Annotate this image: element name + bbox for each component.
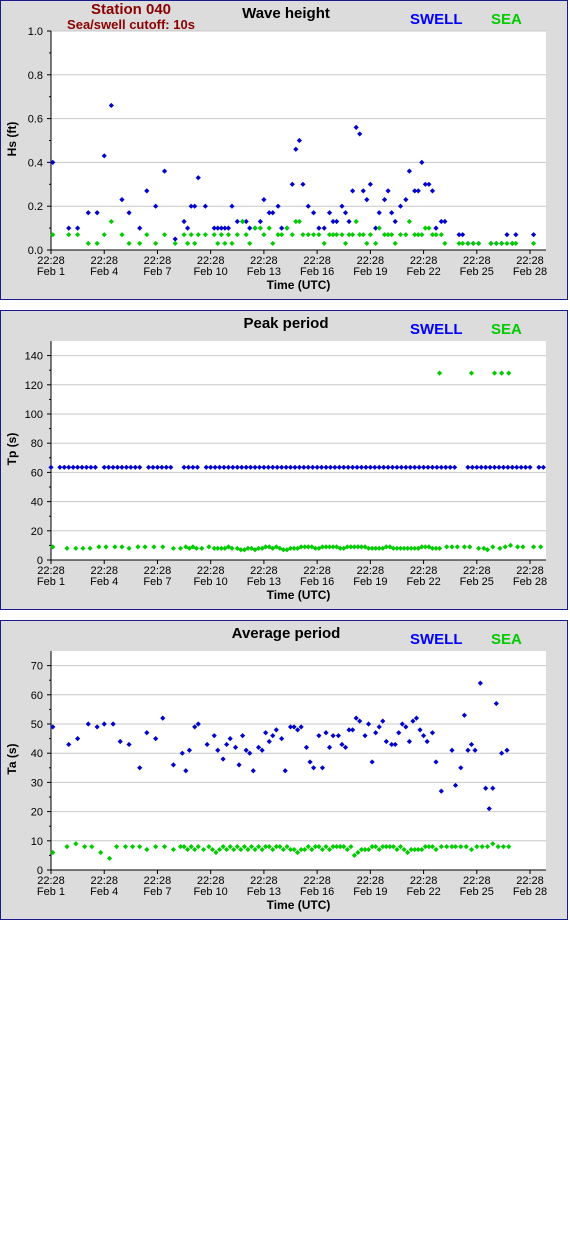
y-tick-label: 40	[31, 497, 43, 509]
y-tick-label: 100	[25, 409, 43, 421]
y-tick-label: 20	[31, 526, 43, 538]
plot-area	[51, 651, 546, 870]
x-tick-date-label: Feb 13	[247, 886, 281, 898]
wave-height-title: Wave height	[242, 5, 330, 22]
legend-sea-3: SEA	[491, 631, 522, 648]
x-tick-date-label: Feb 4	[90, 266, 118, 278]
x-tick-date-label: Feb 28	[513, 886, 547, 898]
x-tick-date-label: Feb 16	[300, 886, 334, 898]
y-tick-label: 0.6	[28, 114, 43, 126]
x-tick-date-label: Feb 25	[460, 266, 494, 278]
y-tick-label: 140	[25, 351, 43, 363]
average-period-y-label: Ta (s)	[5, 743, 19, 775]
y-tick-label: 0.4	[28, 157, 43, 169]
y-tick-label: 20	[31, 807, 43, 819]
x-tick-date-label: Feb 22	[406, 886, 440, 898]
x-tick-date-label: Feb 7	[143, 576, 171, 588]
peak-period-y-label: Tp (s)	[5, 432, 19, 466]
x-tick-date-label: Feb 22	[406, 576, 440, 588]
y-tick-label: 60	[31, 690, 43, 702]
x-tick-date-label: Feb 16	[300, 266, 334, 278]
y-tick-label: 80	[31, 438, 43, 450]
y-tick-label: 10	[31, 836, 43, 848]
y-tick-label: 30	[31, 777, 43, 789]
average-period-panel: 0 10 20 30 40 50 60 70 22:28 Feb 1 22:28 Feb 4 22:28…	[0, 620, 568, 920]
wave-height-x-label: Time (UTC)	[266, 278, 331, 292]
x-tick-date-label: Feb 10	[194, 266, 228, 278]
y-tick-label: 60	[31, 467, 43, 479]
x-tick-date-label: Feb 7	[143, 886, 171, 898]
x-tick-date-label: Feb 25	[460, 886, 494, 898]
y-tick-label: 0.8	[28, 70, 43, 82]
x-tick-date-label: Feb 28	[513, 266, 547, 278]
y-tick-label: 70	[31, 661, 43, 673]
peak-period-panel: 0 20 40 60 80 100 120 140 22:28 Feb 1 22:28 Feb 4 22…	[0, 310, 568, 610]
peak-period-title: Peak period	[243, 315, 329, 332]
x-tick-date-label: Feb 25	[460, 576, 494, 588]
average-period-title: Average period	[231, 625, 341, 642]
legend-swell-2: SWELL	[410, 321, 463, 338]
x-tick-date-label: Feb 19	[353, 576, 387, 588]
legend-sea: SEA	[491, 11, 522, 28]
x-tick-date-label: Feb 19	[353, 886, 387, 898]
legend-sea-2: SEA	[491, 321, 522, 338]
legend-swell-3: SWELL	[410, 631, 463, 648]
x-tick-date-label: Feb 4	[90, 886, 118, 898]
legend-swell: SWELL	[410, 11, 463, 28]
x-tick-date-label: Feb 22	[406, 266, 440, 278]
x-tick-date-label: Feb 1	[37, 576, 65, 588]
y-tick-label: 0.2	[28, 201, 43, 213]
x-tick-date-label: Feb 1	[37, 886, 65, 898]
wave-height-chart: 0.00.20.40.60.81.022:28Feb 122:28Feb 422…	[28, 26, 547, 278]
x-tick-date-label: Feb 10	[194, 576, 228, 588]
x-tick-date-label: Feb 4	[90, 576, 118, 588]
y-tick-label: 120	[25, 380, 43, 392]
y-tick-label: 50	[31, 719, 43, 731]
x-tick-date-label: Feb 16	[300, 576, 334, 588]
x-tick-date-label: Feb 7	[143, 266, 171, 278]
average-period-chart: 01020304050607022:28Feb 122:28Feb 422:28…	[31, 651, 547, 898]
wave-height-panel: 0.0 0.2 0.4 0.6 0.8 1.0 22:28 Feb 1 22:28 Feb 4 22…	[0, 0, 568, 300]
peak-period-x-label: Time (UTC)	[266, 588, 331, 602]
x-tick-date-label: Feb 1	[37, 266, 65, 278]
x-tick-date-label: Feb 13	[247, 576, 281, 588]
wave-height-y-label: Hs (ft)	[5, 121, 19, 157]
y-tick-label: 40	[31, 748, 43, 760]
x-tick-date-label: Feb 28	[513, 576, 547, 588]
x-tick-date-label: Feb 13	[247, 266, 281, 278]
x-tick-date-label: Feb 10	[194, 886, 228, 898]
average-period-x-label: Time (UTC)	[266, 898, 331, 912]
x-tick-date-label: Feb 19	[353, 266, 387, 278]
peak-period-chart: 02040608010012014022:28Feb 122:28Feb 422…	[25, 341, 547, 588]
